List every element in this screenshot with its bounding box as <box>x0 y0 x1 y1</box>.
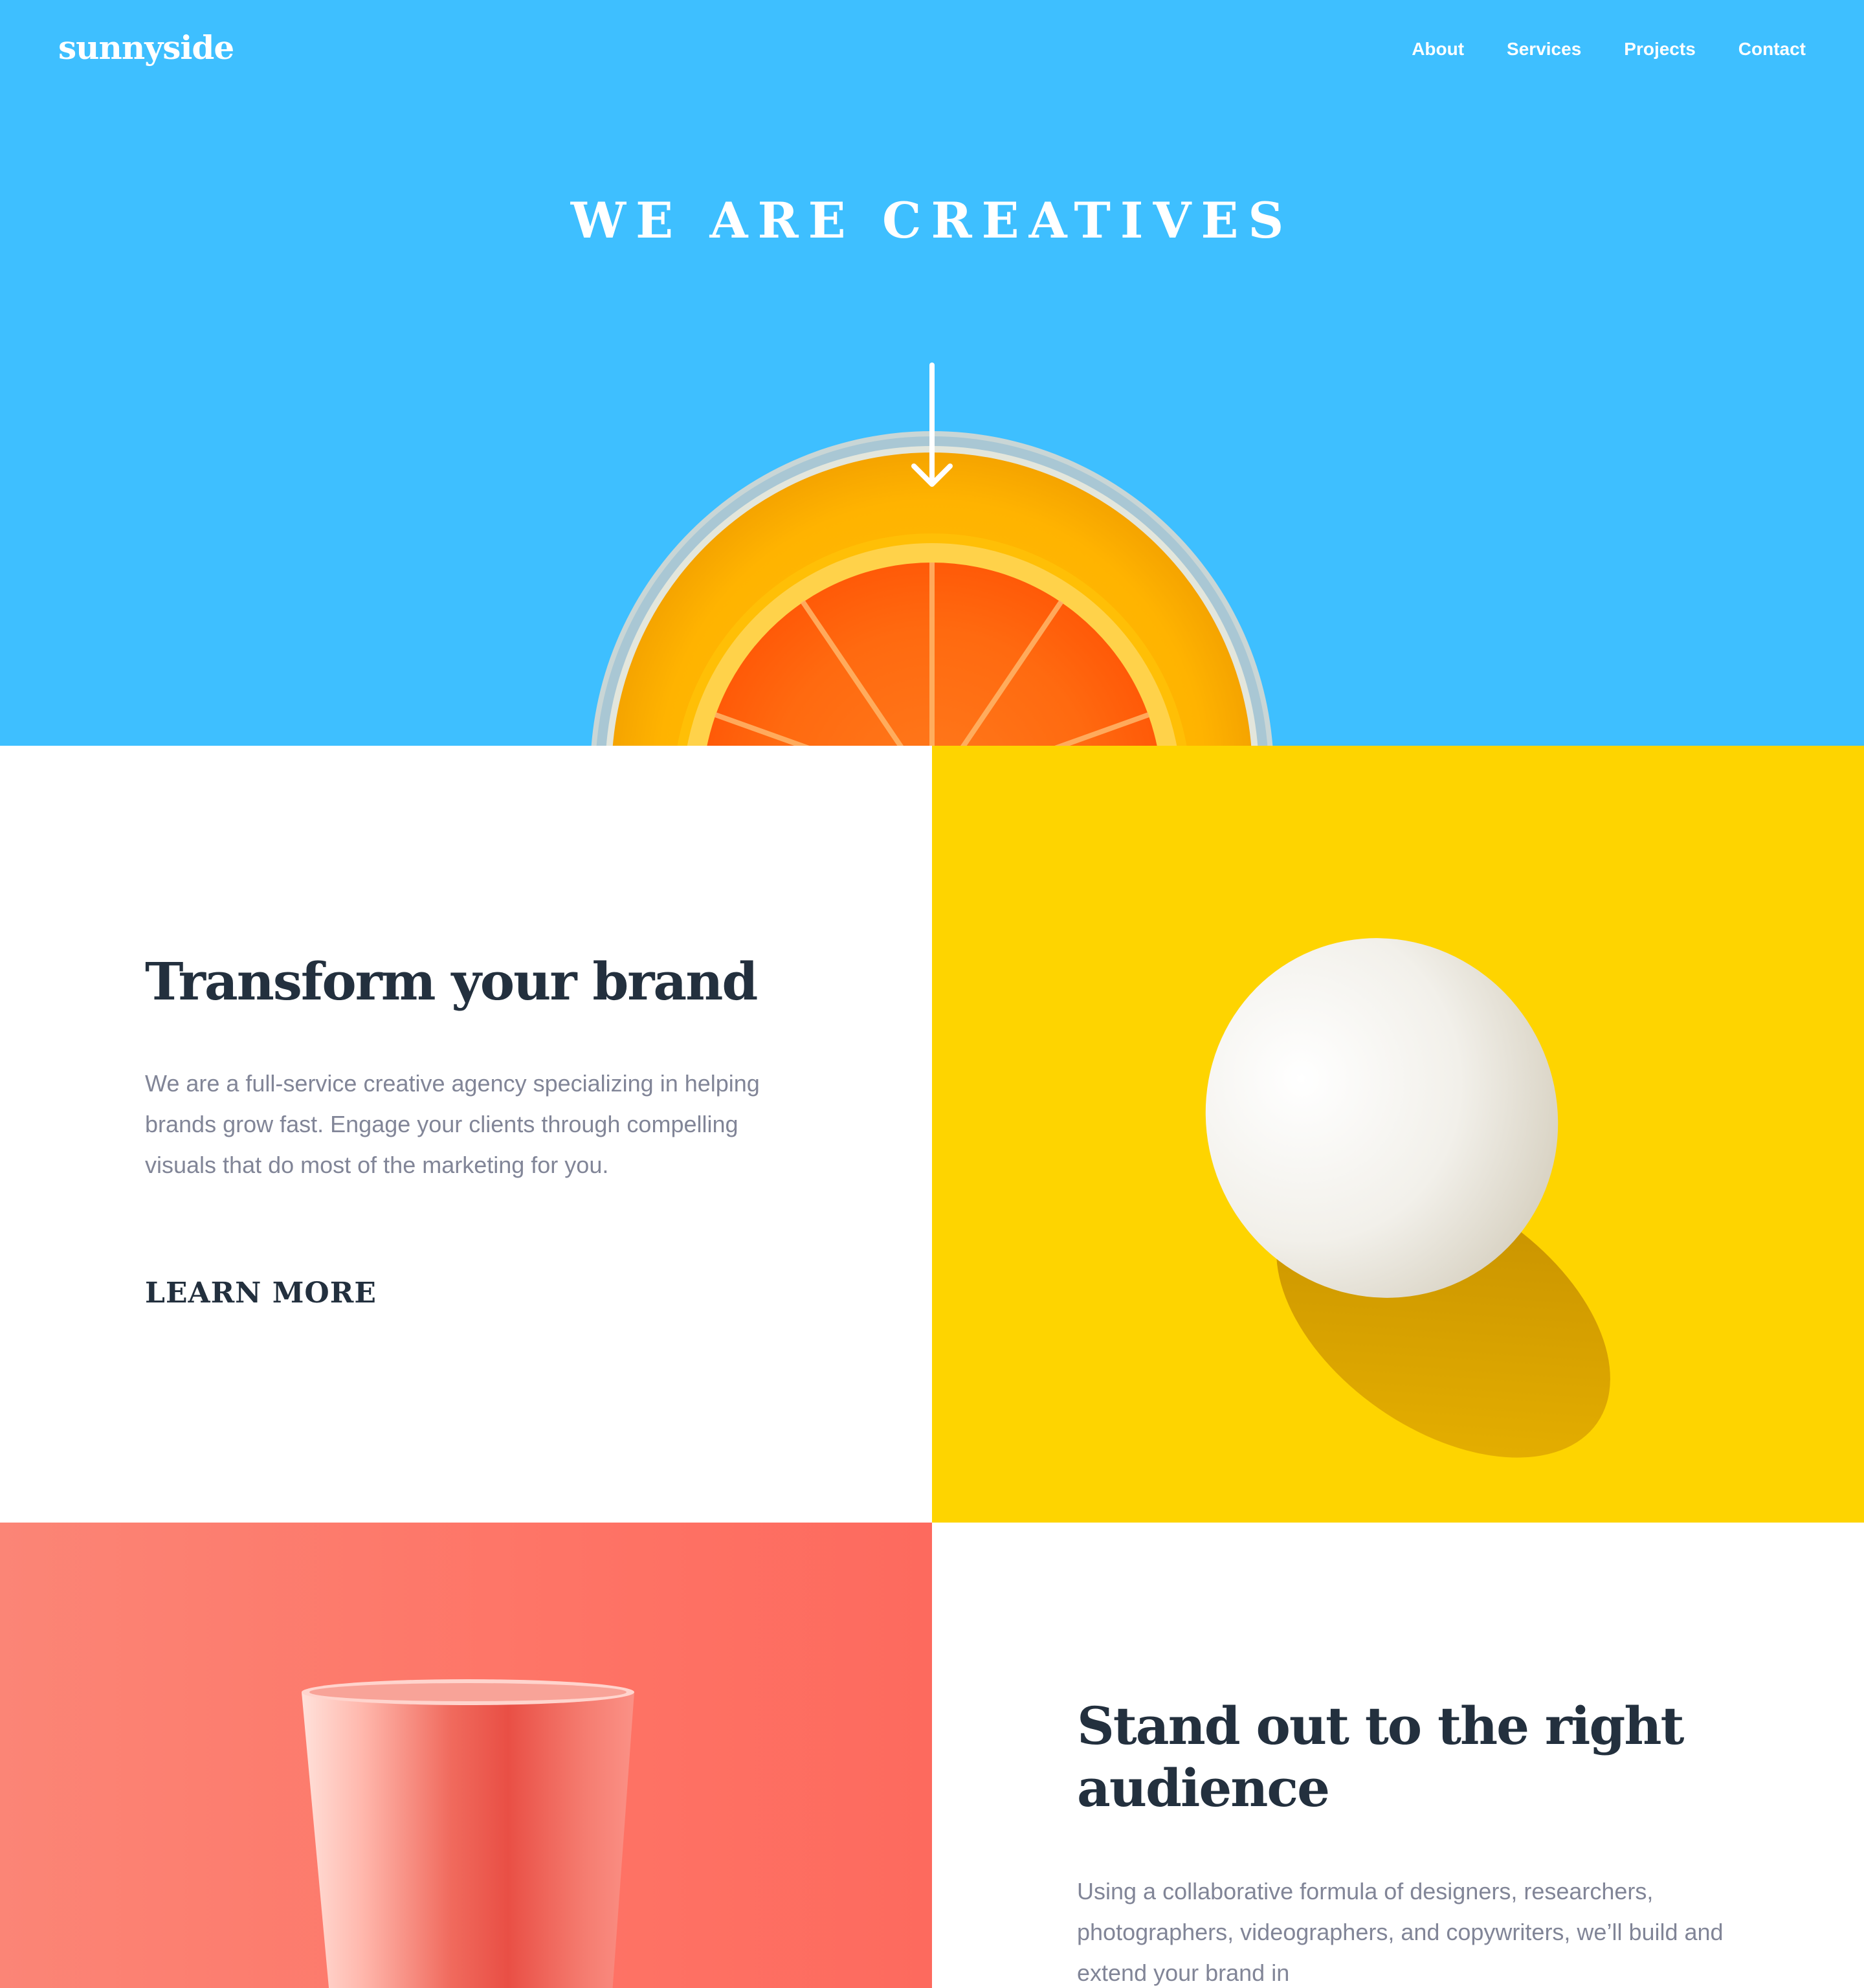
nav-item-projects[interactable]: Projects <box>1624 39 1696 60</box>
logo[interactable]: sunnyside <box>58 28 234 67</box>
egg-illustration <box>1205 938 1610 1458</box>
nav-item-about[interactable]: About <box>1412 39 1464 60</box>
section-heading: Transform your brand <box>145 951 758 1012</box>
transform-brand-section: Transform your brand We are a full-servi… <box>0 746 932 1523</box>
section-body: Using a collaborative formula of designe… <box>1077 1878 1724 1986</box>
cup-image <box>0 1523 932 1988</box>
nav-item-contact[interactable]: Contact <box>1738 39 1806 60</box>
section-body: We are a full-service creative agency sp… <box>145 1070 760 1178</box>
arrow-down-icon[interactable] <box>909 363 955 492</box>
cup-illustration <box>302 1679 634 1988</box>
egg-image <box>932 746 1864 1523</box>
nav-item-services[interactable]: Services <box>1507 39 1581 60</box>
main-nav: About Services Projects Contact <box>1412 39 1806 60</box>
hero-section: sunnyside About Services Projects Contac… <box>0 0 1864 746</box>
hero-title: WE ARE CREATIVES <box>570 192 1294 249</box>
stand-out-section: Stand out to the right audience Using a … <box>932 1523 1864 1988</box>
learn-more-link[interactable]: LEARN MORE <box>145 1277 377 1310</box>
section-heading: Stand out to the right audience <box>1077 1695 1684 1818</box>
